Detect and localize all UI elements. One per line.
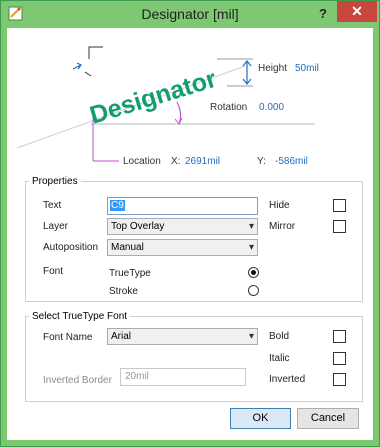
inverted-border-value: 20mil bbox=[125, 371, 149, 382]
hide-label: Hide bbox=[269, 200, 290, 211]
inverted-checkbox[interactable] bbox=[333, 373, 346, 386]
chevron-down-icon: ▾ bbox=[248, 221, 254, 232]
text-input[interactable]: C9 bbox=[107, 197, 258, 215]
height-value[interactable]: 50mil bbox=[295, 63, 319, 74]
chevron-down-icon: ▾ bbox=[248, 242, 254, 253]
mirror-checkbox[interactable] bbox=[333, 220, 346, 233]
text-label: Text bbox=[43, 200, 62, 211]
help-button[interactable]: ? bbox=[313, 4, 333, 24]
inverted-border-input[interactable]: 20mil bbox=[120, 368, 246, 386]
title-bar[interactable]: Designator [mil] ? ✕ bbox=[1, 1, 379, 28]
font-truetype-label: TrueType bbox=[109, 268, 151, 279]
layer-label: Layer bbox=[43, 221, 69, 232]
autoposition-select-value: Manual bbox=[111, 242, 144, 253]
height-label: Height bbox=[258, 63, 287, 74]
location-x-label: X: bbox=[171, 156, 181, 167]
designator-sample-label: Designator bbox=[87, 65, 220, 130]
layer-select-value: Top Overlay bbox=[111, 221, 165, 232]
bold-label: Bold bbox=[269, 331, 290, 342]
inverted-border-label: Inverted Border bbox=[43, 375, 112, 386]
autoposition-select[interactable]: Manual ▾ bbox=[107, 239, 258, 256]
close-button[interactable]: ✕ bbox=[337, 1, 377, 22]
designator-preview: Designator Height 50mil Rotation 0.000 L… bbox=[7, 28, 373, 175]
font-name-select[interactable]: Arial ▾ bbox=[107, 328, 258, 345]
truetype-font-legend: Select TrueType Font bbox=[32, 311, 128, 322]
rotation-label: Rotation bbox=[210, 102, 248, 113]
rotation-value[interactable]: 0.000 bbox=[259, 102, 284, 113]
text-input-value: C9 bbox=[110, 200, 125, 211]
font-name-select-value: Arial bbox=[111, 331, 132, 342]
mirror-label: Mirror bbox=[269, 221, 296, 232]
location-y-label: Y: bbox=[257, 156, 266, 167]
designator-sample-text: Designator bbox=[87, 65, 220, 130]
location-x-value[interactable]: 2691mil bbox=[185, 156, 220, 167]
italic-label: Italic bbox=[269, 353, 290, 364]
font-stroke-radio[interactable] bbox=[248, 285, 259, 296]
truetype-font-group: Select TrueType Font bbox=[25, 311, 363, 402]
location-label: Location bbox=[123, 156, 161, 167]
layer-select[interactable]: Top Overlay ▾ bbox=[107, 218, 258, 235]
bold-checkbox[interactable] bbox=[333, 330, 346, 343]
properties-legend: Properties bbox=[32, 176, 78, 187]
autoposition-label: Autoposition bbox=[43, 242, 99, 253]
font-stroke-label: Stroke bbox=[109, 286, 138, 297]
dialog-body: Designator Height 50mil Rotation 0.000 L… bbox=[7, 28, 373, 440]
cancel-button[interactable]: Cancel bbox=[297, 408, 359, 429]
font-truetype-radio[interactable] bbox=[248, 267, 259, 278]
inverted-label: Inverted bbox=[269, 374, 306, 385]
location-y-value[interactable]: -586mil bbox=[275, 156, 308, 167]
font-label: Font bbox=[43, 266, 64, 277]
designator-dialog: Designator [mil] ? ✕ Designator Height 5… bbox=[0, 0, 380, 447]
chevron-down-icon: ▾ bbox=[248, 331, 254, 342]
italic-checkbox[interactable] bbox=[333, 352, 346, 365]
hide-checkbox[interactable] bbox=[333, 199, 346, 212]
preview-diagram: Designator bbox=[16, 46, 315, 162]
font-name-label: Font Name bbox=[43, 332, 93, 343]
ok-button[interactable]: OK bbox=[230, 408, 291, 429]
